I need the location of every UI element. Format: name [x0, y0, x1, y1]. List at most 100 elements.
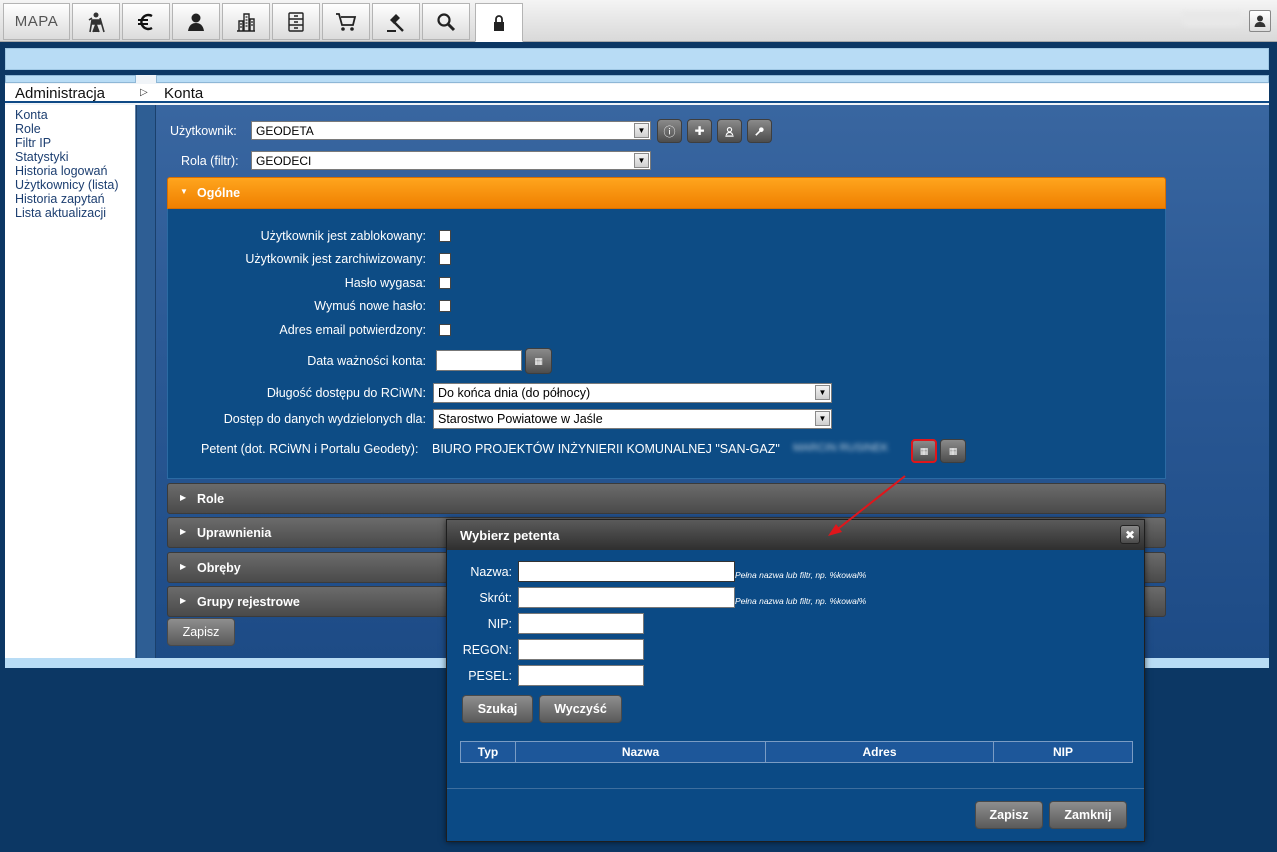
sidebar-item-statystyki[interactable]: Statystyki	[5, 150, 135, 164]
add-user-button[interactable]: ✚	[687, 119, 712, 143]
user-name-blurred	[1183, 12, 1241, 26]
pesel-label: PESEL:	[468, 669, 512, 683]
search-button[interactable]	[422, 3, 470, 40]
role-filter-label: Rola (filtr):	[181, 154, 239, 168]
cart-icon	[336, 12, 357, 31]
column-adres[interactable]: Adres	[766, 742, 994, 762]
sidebar-item-historia-zapytan[interactable]: Historia zapytań	[5, 192, 135, 206]
surveyor-icon	[88, 12, 105, 32]
skrot-label: Skrót:	[479, 591, 512, 605]
skrot-input[interactable]	[518, 587, 735, 608]
accordion-ogolne-header[interactable]: ▼ Ogólne	[167, 177, 1166, 209]
chevron-down-icon: ▼	[634, 153, 649, 168]
buildings-button[interactable]	[222, 3, 270, 40]
legal-button[interactable]	[372, 3, 420, 40]
column-nip[interactable]: NIP	[994, 742, 1132, 762]
petent-value: BIURO PROJEKTÓW INŻYNIERII KOMUNALNEJ "S…	[432, 442, 780, 456]
sidebar-item-lista-aktualizacji[interactable]: Lista aktualizacji	[5, 206, 135, 220]
force-pw-checkbox[interactable]	[439, 300, 451, 312]
pw-expires-checkbox[interactable]	[439, 277, 451, 289]
plus-icon: ✚	[694, 124, 705, 138]
select-petent-dialog: Wybierz petenta ✖ Nazwa: Pełna nazwa lub…	[446, 519, 1145, 842]
page-title: Konta	[164, 85, 204, 102]
info-button[interactable]: ⓘ	[657, 119, 682, 143]
access-length-select[interactable]: Do końca dnia (do północy) ▼	[433, 383, 832, 403]
archived-label: Użytkownik jest zarchiwizowany:	[245, 252, 426, 266]
admin-button[interactable]	[475, 3, 523, 42]
euro-icon	[138, 13, 153, 30]
user-menu-button[interactable]	[1249, 10, 1271, 32]
nip-label: NIP:	[487, 617, 512, 631]
change-password-button[interactable]	[747, 119, 772, 143]
buildings-icon	[237, 12, 255, 32]
skrot-hint: Pełna nazwa lub filtr, np. %kowal%	[735, 596, 867, 606]
mapa-button[interactable]: MAPA	[3, 3, 70, 40]
key-icon	[755, 126, 764, 136]
user-icon	[1254, 15, 1266, 27]
email-confirmed-checkbox[interactable]	[439, 324, 451, 336]
save-button[interactable]: Zapisz	[167, 618, 235, 646]
collapsed-triangle-icon: ▶	[180, 527, 187, 536]
chevron-down-icon: ▼	[634, 123, 649, 138]
regon-label: REGON:	[462, 643, 512, 657]
close-icon: ✖	[1124, 527, 1136, 542]
collapsed-triangle-icon: ▶	[180, 493, 187, 502]
nazwa-input[interactable]	[518, 561, 735, 582]
results-table-header: Typ Nazwa Adres NIP	[460, 741, 1133, 763]
search-button[interactable]: Szukaj	[462, 695, 533, 723]
orders-button[interactable]	[322, 3, 370, 40]
pw-expires-label: Hasło wygasa:	[344, 276, 426, 290]
top-toolbar: MAPA	[0, 0, 1277, 42]
petent-label: Petent (dot. RCiWN i Portalu Geodety):	[201, 442, 419, 456]
calendar-icon: ▦	[534, 355, 543, 366]
dialog-close-button[interactable]: ✖	[1120, 525, 1140, 544]
calendar-button[interactable]: ▦	[525, 348, 552, 374]
column-nazwa[interactable]: Nazwa	[516, 742, 766, 762]
sidebar-item-filtr-ip[interactable]: Filtr IP	[5, 136, 135, 150]
select-petent-button[interactable]: ▦	[911, 439, 937, 463]
pesel-input[interactable]	[518, 665, 644, 686]
registry-button[interactable]	[272, 3, 320, 40]
admin-title: Administracja	[15, 85, 106, 102]
sidebar-item-historia-logowan[interactable]: Historia logowań	[5, 164, 135, 178]
force-pw-label: Wymuś nowe hasło:	[314, 299, 426, 313]
expanded-triangle-icon: ▼	[180, 187, 188, 196]
email-confirmed-label: Adres email potwierdzony:	[279, 323, 426, 337]
petent-blurred-name: MARCIN RUSINEK	[793, 442, 889, 454]
blocked-checkbox[interactable]	[439, 230, 451, 242]
user-icon	[725, 126, 734, 137]
accordion-role-header[interactable]: ▶ Role	[167, 483, 1166, 514]
collapse-arrow-icon[interactable]: ▷	[140, 87, 148, 98]
select-icon: ▦	[919, 445, 929, 456]
accordion-ogolne-body: Użytkownik jest zablokowany: Użytkownik …	[167, 209, 1166, 479]
cabinet-icon	[288, 11, 304, 32]
column-typ[interactable]: Typ	[461, 742, 516, 762]
validity-date-input[interactable]	[436, 350, 522, 371]
archived-checkbox[interactable]	[439, 253, 451, 265]
dialog-save-button[interactable]: Zapisz	[975, 801, 1043, 829]
sidebar-splitter[interactable]	[136, 105, 156, 658]
regon-input[interactable]	[518, 639, 644, 660]
user-label: Użytkownik:	[170, 124, 237, 138]
surveyor-button[interactable]	[72, 3, 120, 40]
sidebar-item-role[interactable]: Role	[5, 122, 135, 136]
nip-input[interactable]	[518, 613, 644, 634]
nazwa-label: Nazwa:	[470, 565, 512, 579]
access-data-select[interactable]: Starostwo Powiatowe w Jaśle ▼	[433, 409, 832, 429]
sidebar-item-konta[interactable]: Konta	[5, 108, 135, 122]
user-details-button[interactable]	[717, 119, 742, 143]
role-filter-select[interactable]: GEODECI ▼	[251, 151, 651, 170]
dialog-close-text-button[interactable]: Zamknij	[1049, 801, 1127, 829]
validity-label: Data ważności konta:	[307, 354, 426, 368]
dialog-title: Wybierz petenta	[460, 528, 560, 543]
sidebar-item-uzytkownicy[interactable]: Użytkownicy (lista)	[5, 178, 135, 192]
access-length-label: Długość dostępu do RCiWN:	[266, 386, 426, 400]
user-select[interactable]: GEODETA ▼	[251, 121, 651, 140]
collapsed-triangle-icon: ▶	[180, 562, 187, 571]
collapsed-triangle-icon: ▶	[180, 596, 187, 605]
finance-button[interactable]	[122, 3, 170, 40]
gavel-icon	[387, 13, 404, 32]
clients-button[interactable]	[172, 3, 220, 40]
clear-button[interactable]: Wyczyść	[539, 695, 622, 723]
clear-petent-button[interactable]: ▦	[940, 439, 966, 463]
